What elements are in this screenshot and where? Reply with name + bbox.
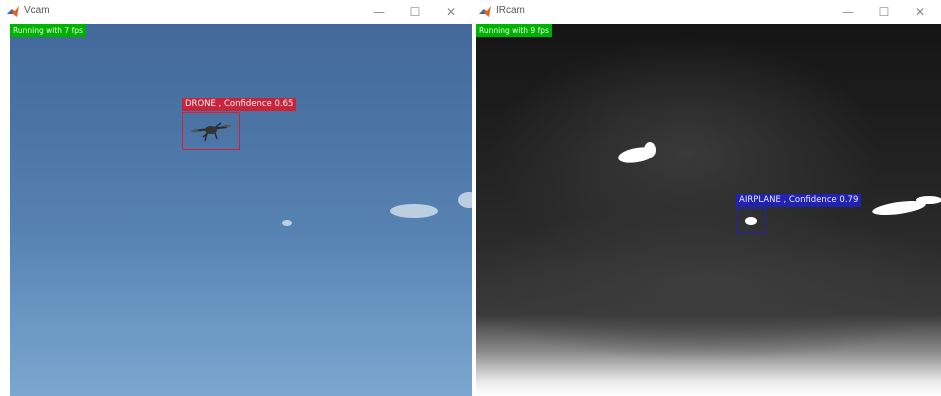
minimize-button[interactable]: — (837, 2, 859, 22)
fps-status: Running with 7 fps (10, 24, 86, 37)
detection-box[interactable] (182, 112, 240, 150)
matlab-icon (479, 6, 491, 17)
detection-label: AIRPLANE , Confidence 0.79 (736, 194, 862, 207)
cloud (390, 204, 438, 218)
ircam-titlebar[interactable]: IRcam — ☐ ✕ (472, 0, 941, 24)
maximize-button[interactable]: ☐ (873, 2, 895, 22)
detection-box[interactable] (736, 208, 766, 234)
visible-camera-feed: Running with 7 fps DRONE , Confidence 0.… (10, 24, 480, 396)
cloud (282, 220, 292, 226)
window-title: Vcam (24, 5, 50, 16)
infrared-camera-feed: Running with 9 fps AIRPLANE , Confidence… (476, 24, 941, 396)
minimize-button[interactable]: — (368, 2, 390, 22)
vcam-titlebar[interactable]: Vcam — ☐ ✕ (0, 0, 472, 24)
airplane-heat-signature (745, 217, 757, 225)
drone-icon (191, 122, 231, 142)
window-title: IRcam (496, 5, 525, 16)
heat-blob (916, 196, 941, 204)
fps-status: Running with 9 fps (476, 24, 552, 37)
maximize-button[interactable]: ☐ (404, 2, 426, 22)
close-button[interactable]: ✕ (440, 2, 462, 22)
vcam-window: Vcam — ☐ ✕ Running with 7 fps DRONE , Co… (0, 0, 480, 396)
matlab-icon (7, 6, 19, 17)
close-button[interactable]: ✕ (909, 2, 931, 22)
heat-blob (644, 142, 656, 158)
detection-label: DRONE , Confidence 0.65 (182, 98, 297, 111)
ircam-window: IRcam — ☐ ✕ Running with 9 fps AIRPLANE … (472, 0, 941, 396)
